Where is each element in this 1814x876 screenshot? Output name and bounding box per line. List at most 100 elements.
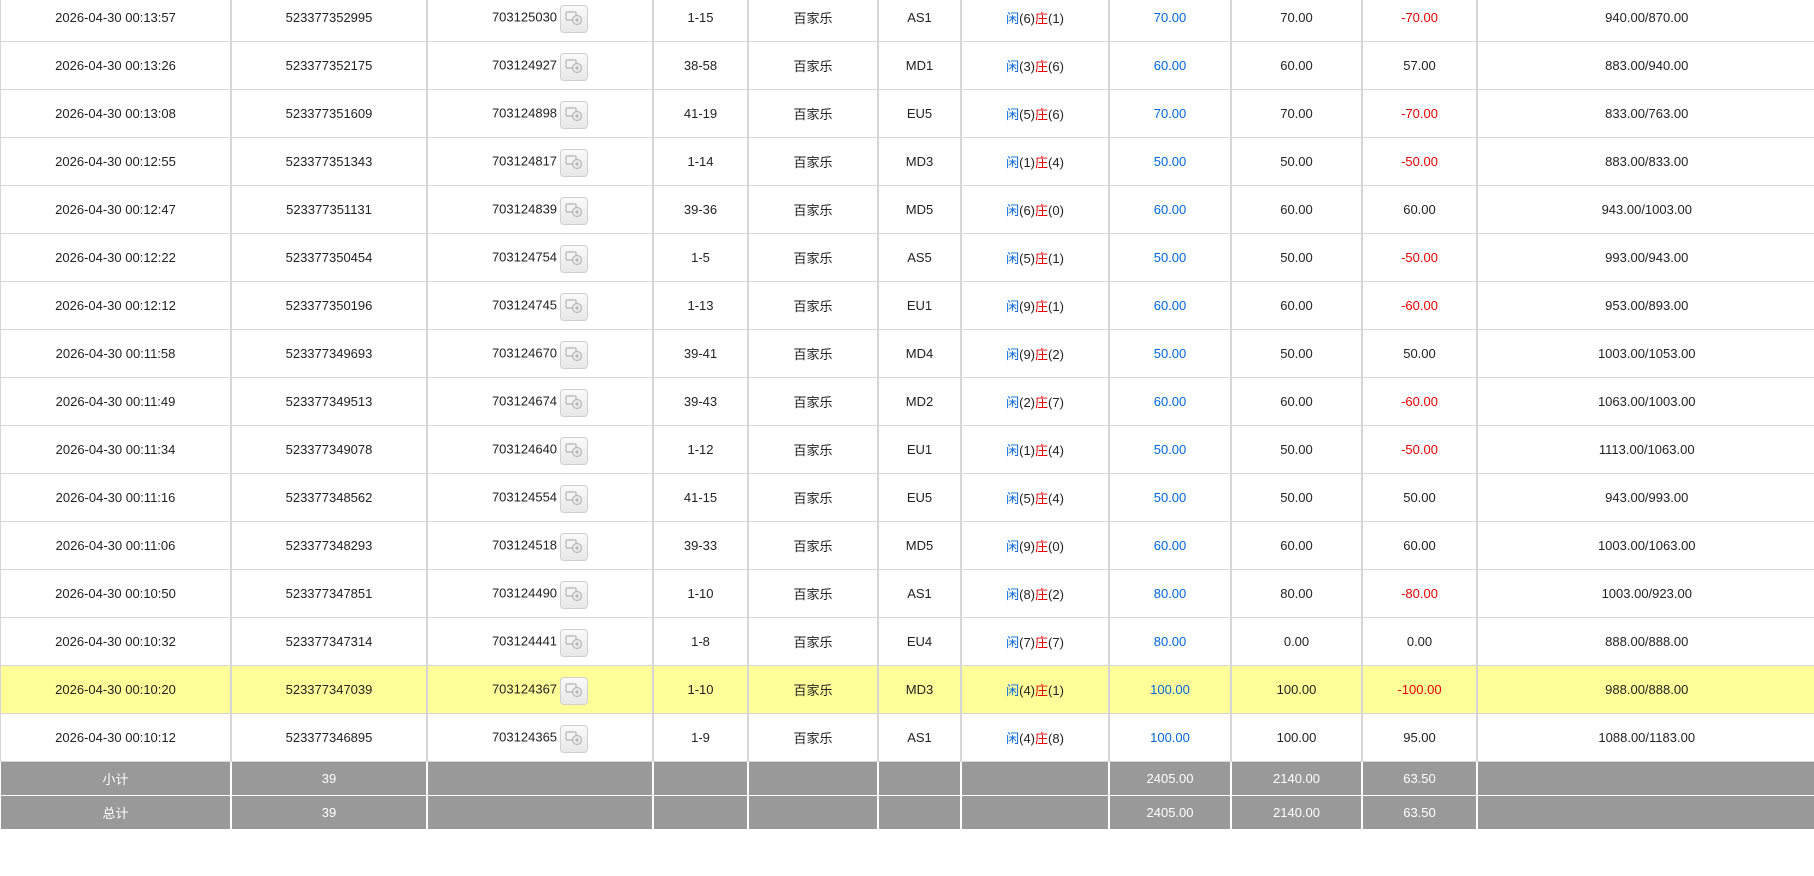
banker-label: 庄	[1035, 251, 1049, 266]
table-number: 39-36	[652, 185, 749, 234]
room-code: MD3	[877, 665, 962, 714]
game-type: 百家乐	[747, 185, 879, 234]
win-loss: -50.00	[1361, 137, 1478, 186]
player-label: 闲	[1006, 59, 1020, 74]
table-row: 2026-04-30 00:13:57 523377352995 703125030…	[0, 0, 1814, 42]
banker-points: (8)	[1048, 731, 1064, 746]
poker-chip-icon[interactable]	[560, 52, 589, 81]
balance-change: 993.00/943.00	[1476, 233, 1814, 282]
win-loss: -100.00	[1361, 665, 1478, 714]
balance-change: 1003.00/1053.00	[1476, 329, 1814, 378]
poker-chip-icon[interactable]	[560, 628, 589, 657]
banker-points: (0)	[1048, 539, 1064, 554]
banker-points: (4)	[1048, 491, 1064, 506]
room-code: MD2	[877, 377, 962, 426]
banker-points: (4)	[1048, 443, 1064, 458]
room-code: EU5	[877, 473, 962, 522]
player-points: (4)	[1019, 683, 1035, 698]
game-type: 百家乐	[747, 89, 879, 138]
player-points: (9)	[1019, 347, 1035, 362]
poker-chip-icon[interactable]	[560, 580, 589, 609]
banker-label: 庄	[1035, 443, 1049, 458]
bet-amount: 60.00	[1108, 521, 1232, 570]
round-cell: 703124817	[426, 137, 654, 186]
game-type: 百家乐	[747, 473, 879, 522]
room-code: MD1	[877, 41, 962, 90]
poker-chip-icon[interactable]	[560, 436, 589, 465]
balance-change: 988.00/888.00	[1476, 665, 1814, 714]
poker-chip-icon[interactable]	[560, 4, 589, 33]
win-loss: 60.00	[1361, 185, 1478, 234]
poker-chip-icon[interactable]	[560, 292, 589, 321]
order-number: 523377351131	[230, 185, 428, 234]
poker-chip-icon[interactable]	[560, 196, 589, 225]
player-label: 闲	[1006, 347, 1020, 362]
round-cell: 703124839	[426, 185, 654, 234]
bet-time: 2026-04-30 00:12:55	[0, 137, 232, 186]
round-cell: 703124441	[426, 617, 654, 666]
poker-chip-icon[interactable]	[560, 676, 589, 705]
bet-time: 2026-04-30 00:11:58	[0, 329, 232, 378]
round-number: 703124839	[491, 200, 558, 216]
round-cell: 703124490	[426, 569, 654, 618]
game-type: 百家乐	[747, 665, 879, 714]
banker-label: 庄	[1035, 731, 1049, 746]
order-number: 523377350454	[230, 233, 428, 282]
round-cell: 703124554	[426, 473, 654, 522]
table-number: 1-10	[652, 665, 749, 714]
table-row: 2026-04-30 00:12:47 523377351131 703124839…	[0, 185, 1814, 234]
bet-time: 2026-04-30 00:11:49	[0, 377, 232, 426]
valid-bet: 60.00	[1230, 281, 1363, 330]
banker-points: (0)	[1048, 203, 1064, 218]
valid-bet: 60.00	[1230, 377, 1363, 426]
balance-change: 953.00/893.00	[1476, 281, 1814, 330]
table-row: 2026-04-30 00:11:58 523377349693 703124670…	[0, 329, 1814, 378]
balance-change: 943.00/993.00	[1476, 473, 1814, 522]
poker-chip-icon[interactable]	[560, 244, 589, 273]
bet-amount: 50.00	[1108, 425, 1232, 474]
order-number: 523377351609	[230, 89, 428, 138]
poker-chip-icon[interactable]	[560, 532, 589, 561]
banker-label: 庄	[1035, 491, 1049, 506]
player-points: (2)	[1019, 395, 1035, 410]
banker-points: (1)	[1048, 11, 1064, 26]
room-code: MD5	[877, 521, 962, 570]
room-code: EU1	[877, 425, 962, 474]
poker-chip-icon[interactable]	[560, 484, 589, 513]
valid-bet: 0.00	[1230, 617, 1363, 666]
banker-label: 庄	[1035, 635, 1049, 650]
result-cell: 闲(2)庄(7)	[960, 377, 1110, 426]
balance-change: 883.00/940.00	[1476, 41, 1814, 90]
room-code: EU4	[877, 617, 962, 666]
round-number: 703124490	[491, 584, 558, 600]
round-cell: 703124674	[426, 377, 654, 426]
banker-points: (4)	[1048, 155, 1064, 170]
player-label: 闲	[1006, 539, 1020, 554]
table-number: 1-10	[652, 569, 749, 618]
round-number: 703124670	[491, 344, 558, 360]
player-points: (9)	[1019, 539, 1035, 554]
round-number: 703124817	[491, 152, 558, 168]
game-type: 百家乐	[747, 137, 879, 186]
game-type: 百家乐	[747, 425, 879, 474]
player-label: 闲	[1006, 443, 1020, 458]
poker-chip-icon[interactable]	[560, 388, 589, 417]
valid-bet: 50.00	[1230, 137, 1363, 186]
win-loss: 95.00	[1361, 713, 1478, 762]
banker-label: 庄	[1035, 107, 1049, 122]
poker-chip-icon[interactable]	[560, 724, 589, 753]
result-cell: 闲(7)庄(7)	[960, 617, 1110, 666]
valid-bet: 100.00	[1230, 713, 1363, 762]
player-points: (6)	[1019, 203, 1035, 218]
player-label: 闲	[1006, 11, 1020, 26]
order-number: 523377349078	[230, 425, 428, 474]
poker-chip-icon[interactable]	[560, 100, 589, 129]
subtotal-label: 小计	[0, 761, 232, 796]
banker-label: 庄	[1035, 683, 1049, 698]
result-cell: 闲(8)庄(2)	[960, 569, 1110, 618]
poker-chip-icon[interactable]	[560, 148, 589, 177]
poker-chip-icon[interactable]	[560, 340, 589, 369]
result-cell: 闲(6)庄(1)	[960, 0, 1110, 42]
game-type: 百家乐	[747, 233, 879, 282]
round-cell: 703124927	[426, 41, 654, 90]
